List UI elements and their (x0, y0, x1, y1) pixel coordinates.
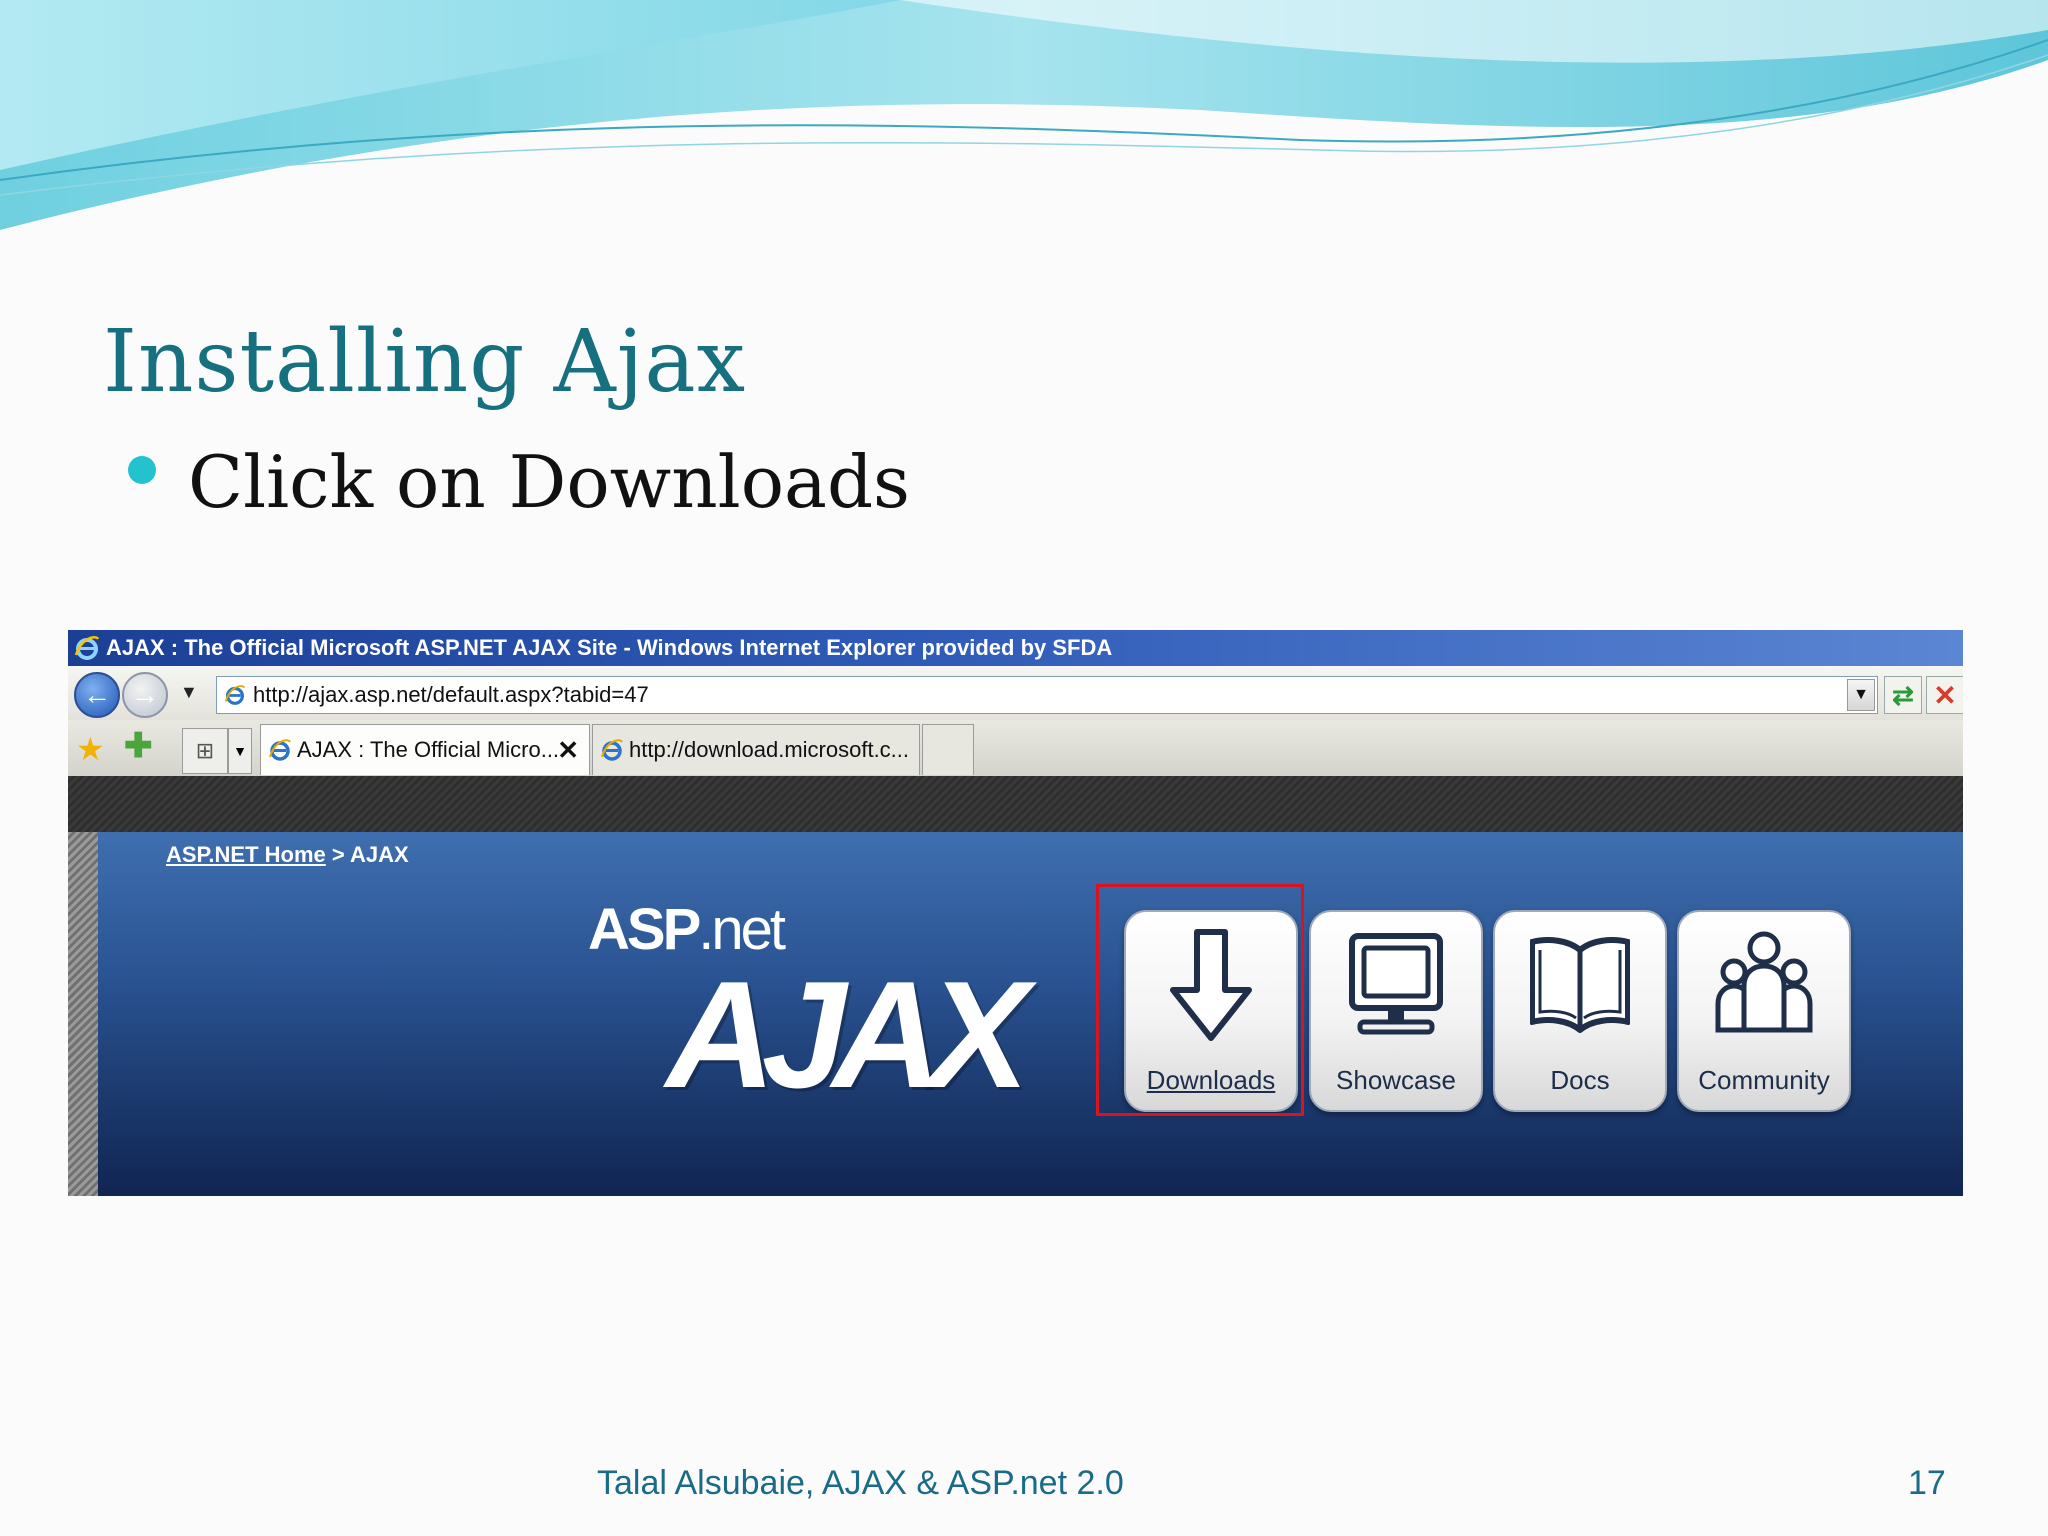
tab-toolbar: ★ ✚ ⊞ ▼ AJAX : The Official Micro... ✕ h… (68, 720, 1963, 777)
address-toolbar: ← → ▼ http://ajax.asp.net/default.aspx?t… (68, 666, 1963, 720)
quick-tabs-button[interactable]: ⊞ (182, 728, 228, 774)
header-wave-decoration (0, 0, 2048, 230)
breadcrumb: ASP.NET Home > AJAX (166, 842, 409, 868)
address-bar[interactable]: http://ajax.asp.net/default.aspx?tabid=4… (216, 676, 1878, 714)
open-book-icon (1530, 937, 1630, 1033)
browser-screenshot: AJAX : The Official Microsoft ASP.NET AJ… (68, 630, 1963, 1196)
breadcrumb-home-link[interactable]: ASP.NET Home (166, 842, 326, 867)
ie-page-icon (601, 739, 623, 761)
tab-list-dropdown[interactable]: ▼ (228, 728, 252, 774)
computer-monitor-icon (1349, 933, 1443, 1035)
browser-title-bar: AJAX : The Official Microsoft ASP.NET AJ… (68, 630, 1963, 666)
ie-page-icon (269, 739, 291, 761)
arrow-left-icon: ← (83, 679, 111, 710)
tab-label: http://download.microsoft.c... (629, 737, 910, 762)
community-button[interactable]: Community (1677, 910, 1851, 1112)
side-pattern (68, 832, 98, 1196)
slide-footer: Talal Alsubaie, AJAX & ASP.net 2.0 (597, 1464, 1124, 1502)
stop-button[interactable]: ✕ (1926, 676, 1963, 714)
community-label: Community (1698, 1065, 1830, 1095)
breadcrumb-separator: > (325, 842, 351, 867)
site-top-strip (68, 776, 1963, 832)
bullet-dot-icon (128, 456, 156, 484)
add-favorite-icon[interactable]: ✚ (124, 726, 153, 766)
people-group-icon (1715, 931, 1813, 1033)
address-url: http://ajax.asp.net/default.aspx?tabid=4… (253, 682, 649, 707)
refresh-button[interactable]: ⇄ (1884, 676, 1922, 714)
close-icon: ✕ (1933, 679, 1957, 711)
slide-title: Installing Ajax (103, 312, 747, 412)
showcase-label: Showcase (1336, 1065, 1456, 1095)
tab-microsoft-download[interactable]: http://download.microsoft.c... (592, 724, 920, 775)
grid-icon: ⊞ (195, 738, 215, 763)
downloads-highlight-box (1096, 884, 1304, 1116)
close-tab-icon[interactable]: ✕ (557, 735, 579, 766)
back-button[interactable]: ← (74, 672, 120, 718)
arrow-right-icon: → (131, 679, 159, 710)
ajax-logo: AJAX (666, 950, 1029, 1120)
site-header: ASP.NET Home > AJAX ASP.net AJAX Downloa… (68, 832, 1963, 1196)
slide: Installing Ajax Click on Downloads AJAX … (0, 0, 2048, 1536)
ie-page-icon (224, 685, 246, 705)
bullet-text: Click on Downloads (188, 440, 911, 524)
favorites-star-icon[interactable]: ★ (76, 730, 105, 768)
history-dropdown-icon[interactable]: ▼ (180, 682, 198, 703)
refresh-icon: ⇄ (1892, 679, 1914, 710)
breadcrumb-current: AJAX (350, 842, 409, 867)
tab-label: AJAX : The Official Micro... (297, 737, 560, 762)
docs-button[interactable]: Docs (1493, 910, 1667, 1112)
page-number: 17 (1908, 1464, 1946, 1502)
ie-logo-icon (74, 636, 100, 660)
forward-button[interactable]: → (122, 672, 168, 718)
window-title: AJAX : The Official Microsoft ASP.NET AJ… (106, 635, 1113, 660)
bullet-item: Click on Downloads (128, 440, 910, 524)
docs-label: Docs (1550, 1065, 1610, 1095)
showcase-button[interactable]: Showcase (1309, 910, 1483, 1112)
address-dropdown-icon[interactable]: ▼ (1847, 679, 1875, 711)
new-tab-button[interactable] (922, 724, 974, 775)
tab-ajax-site[interactable]: AJAX : The Official Micro... ✕ (260, 724, 590, 775)
